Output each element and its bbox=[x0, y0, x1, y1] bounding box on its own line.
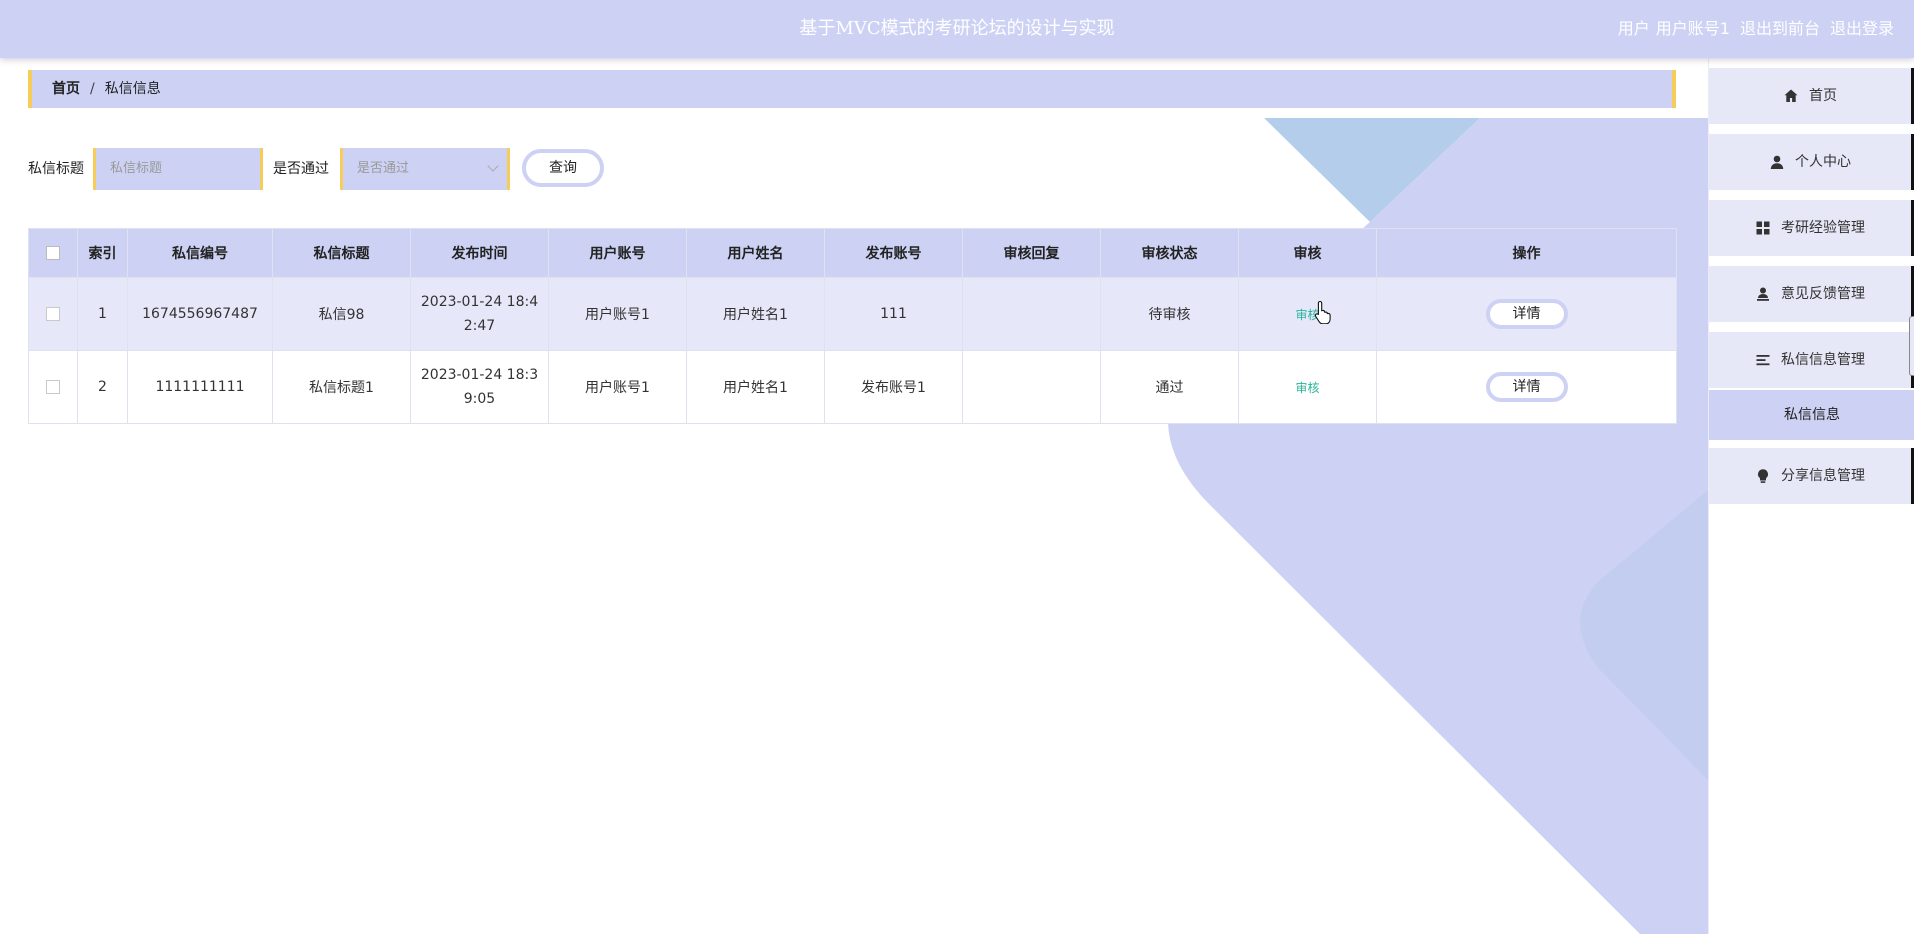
bulb-icon bbox=[1758, 469, 1768, 483]
user-name-cell: 用户姓名1 bbox=[686, 277, 825, 351]
user-name-cell: 用户姓名1 bbox=[686, 350, 825, 424]
sidebar-edge-handle[interactable] bbox=[1909, 316, 1914, 376]
home-icon bbox=[1784, 89, 1798, 102]
title-cell: 私信标题1 bbox=[272, 350, 411, 424]
chevron-down-icon bbox=[487, 160, 499, 172]
list-icon bbox=[1756, 355, 1770, 366]
time-cell: 2023-01-24 18:3 9:05 bbox=[410, 350, 549, 424]
user-area: 用户 用户账号1 退出到前台 退出登录 bbox=[1608, 0, 1894, 58]
row-select-cell[interactable] bbox=[28, 350, 78, 424]
audit-link[interactable]: 审核 bbox=[1295, 381, 1319, 395]
detail-button[interactable]: 详情 bbox=[1485, 299, 1568, 329]
sidebar-item-label: 分享信息管理 bbox=[1781, 468, 1865, 484]
code-cell: 1674556967487 bbox=[127, 277, 273, 351]
sidebar-item-share[interactable]: 分享信息管理 bbox=[1709, 448, 1914, 504]
publisher-cell: 111 bbox=[824, 277, 963, 351]
pass-select[interactable]: 是否通过 bbox=[340, 148, 510, 190]
column-header: 用户账号 bbox=[548, 228, 687, 278]
status-cell: 通过 bbox=[1100, 350, 1239, 424]
code-cell: 1111111111 bbox=[127, 350, 273, 424]
time-cell: 2023-01-24 18:4 2:47 bbox=[410, 277, 549, 351]
column-header: 审核状态 bbox=[1100, 228, 1239, 278]
front-link[interactable]: 退出到前台 bbox=[1740, 19, 1820, 38]
index-cell: 2 bbox=[77, 350, 128, 424]
hand-pointer-icon bbox=[1314, 300, 1331, 324]
title-cell: 私信98 bbox=[272, 277, 411, 351]
background-decoration bbox=[1168, 118, 1708, 934]
time-line2: 2:47 bbox=[463, 318, 496, 334]
column-header: 索引 bbox=[77, 228, 128, 278]
audit-cell: 审核 bbox=[1238, 350, 1377, 424]
audit-cell: 审核 bbox=[1238, 277, 1377, 351]
sidebar-item-experience[interactable]: 考研经验管理 bbox=[1709, 200, 1914, 256]
sidebar-item-label: 考研经验管理 bbox=[1781, 220, 1865, 236]
query-button[interactable]: 查询 bbox=[522, 149, 604, 187]
sidebar-item-feedback[interactable]: 意见反馈管理 bbox=[1709, 266, 1914, 322]
table-header-row: 索引 私信编号 私信标题 发布时间 用户账号 用户姓名 发布账号 审核回复 审核… bbox=[28, 228, 1677, 278]
column-header: 操作 bbox=[1376, 228, 1677, 278]
table-row: 2 1111111111 私信标题1 2023-01-24 18:3 9:05 用… bbox=[28, 350, 1677, 424]
username-label: 用户账号1 bbox=[1655, 19, 1730, 38]
time-line2: 9:05 bbox=[463, 391, 496, 407]
title-filter-label: 私信标题 bbox=[28, 161, 84, 177]
row-checkbox[interactable] bbox=[46, 380, 60, 394]
user-account-cell: 用户账号1 bbox=[548, 350, 687, 424]
sidebar-item-home[interactable]: 首页 bbox=[1709, 68, 1914, 124]
action-cell: 详情 bbox=[1376, 350, 1677, 424]
row-select-cell[interactable] bbox=[28, 277, 78, 351]
publisher-cell: 发布账号1 bbox=[824, 350, 963, 424]
sidebar-item-label: 首页 bbox=[1809, 88, 1837, 104]
pass-filter-label: 是否通过 bbox=[273, 161, 329, 177]
select-all-checkbox[interactable] bbox=[46, 246, 60, 260]
reply-cell bbox=[962, 277, 1101, 351]
breadcrumb-separator: / bbox=[90, 81, 95, 97]
column-header: 私信编号 bbox=[127, 228, 273, 278]
pass-select-placeholder: 是否通过 bbox=[357, 161, 410, 176]
sidebar-item-message-manage[interactable]: 私信信息管理 bbox=[1709, 332, 1914, 388]
sidebar-item-label: 个人中心 bbox=[1795, 154, 1851, 170]
column-header: 发布账号 bbox=[824, 228, 963, 278]
reply-cell bbox=[962, 350, 1101, 424]
column-header: 发布时间 bbox=[410, 228, 549, 278]
sidebar-subitem-messages[interactable]: 私信信息 bbox=[1709, 390, 1914, 440]
column-header: 审核 bbox=[1238, 228, 1377, 278]
breadcrumb-home[interactable]: 首页 bbox=[52, 81, 80, 97]
status-cell: 待审核 bbox=[1100, 277, 1239, 351]
detail-button[interactable]: 详情 bbox=[1485, 372, 1568, 402]
time-line1: 2023-01-24 18:4 bbox=[420, 294, 539, 310]
select-all-cell[interactable] bbox=[28, 228, 78, 278]
title-search-input[interactable]: 私信标题 bbox=[93, 148, 263, 190]
column-header: 审核回复 bbox=[962, 228, 1101, 278]
sidebar-item-label: 私信信息管理 bbox=[1781, 352, 1865, 368]
user-icon bbox=[1770, 155, 1784, 169]
top-header: 基于MVC模式的考研论坛的设计与实现 用户 用户账号1 退出到前台 退出登录 bbox=[0, 0, 1914, 58]
right-sidebar: 首页 个人中心 考研经验管理 意见反馈管理 私信信息管理 私信信息 分享信息管理 bbox=[1708, 58, 1914, 934]
user-stamp-icon bbox=[1757, 287, 1769, 301]
action-cell: 详情 bbox=[1376, 277, 1677, 351]
breadcrumb: 首页 / 私信信息 bbox=[28, 70, 1676, 108]
breadcrumb-current: 私信信息 bbox=[104, 81, 161, 97]
index-cell: 1 bbox=[77, 277, 128, 351]
role-label: 用户 bbox=[1617, 19, 1650, 38]
sidebar-item-label: 意见反馈管理 bbox=[1781, 286, 1865, 302]
column-header: 私信标题 bbox=[272, 228, 411, 278]
user-account-cell: 用户账号1 bbox=[548, 277, 687, 351]
time-line1: 2023-01-24 18:3 bbox=[420, 367, 539, 383]
grid-icon bbox=[1756, 221, 1770, 235]
message-table: 索引 私信编号 私信标题 发布时间 用户账号 用户姓名 发布账号 审核回复 审核… bbox=[28, 228, 1677, 424]
sidebar-item-personal[interactable]: 个人中心 bbox=[1709, 134, 1914, 190]
column-header: 用户姓名 bbox=[686, 228, 825, 278]
row-checkbox[interactable] bbox=[46, 307, 60, 321]
logout-link[interactable]: 退出登录 bbox=[1830, 19, 1894, 38]
table-row: 1 1674556967487 私信98 2023-01-24 18:4 2:47… bbox=[28, 277, 1677, 351]
